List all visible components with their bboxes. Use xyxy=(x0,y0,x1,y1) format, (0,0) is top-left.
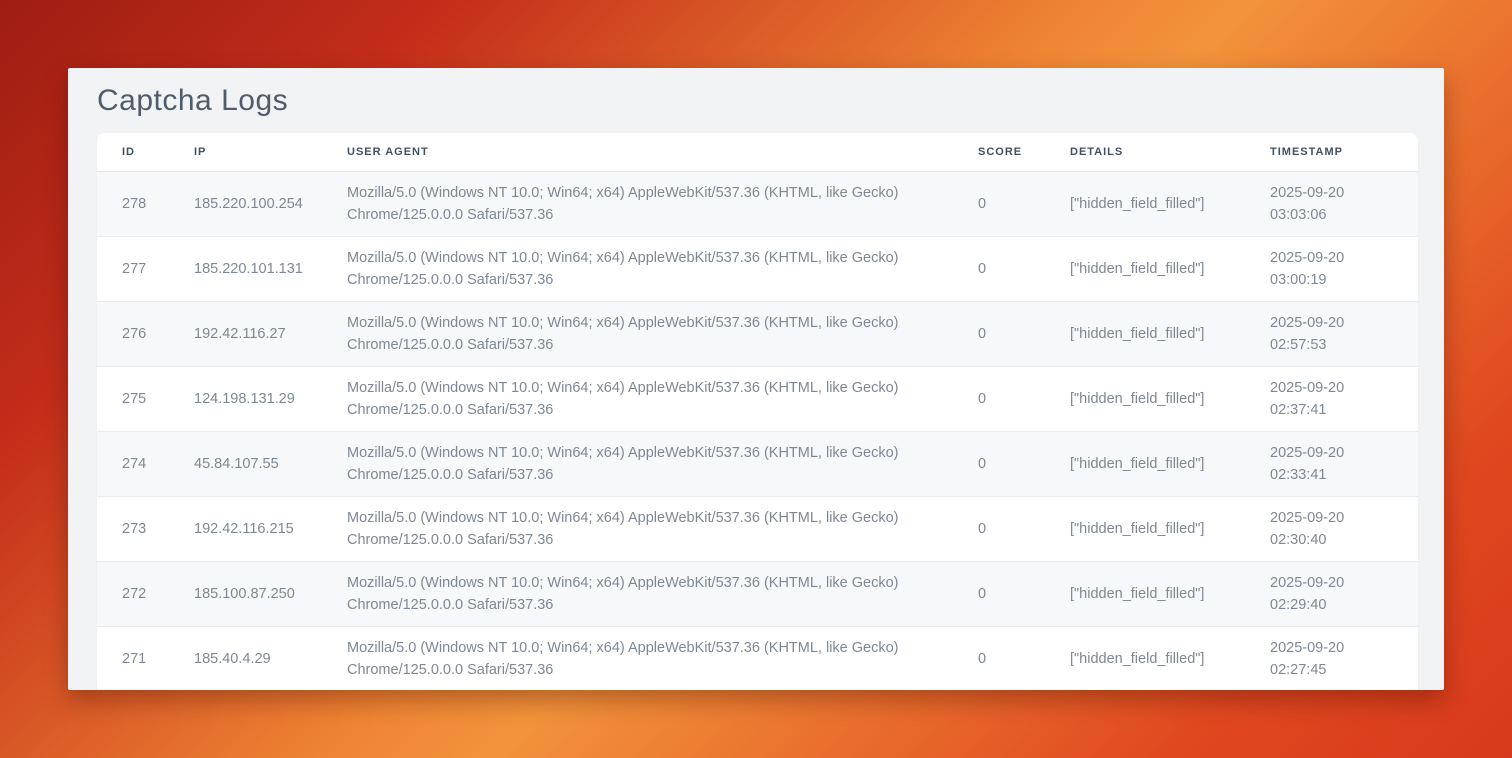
logs-table: ID IP USER AGENT SCORE DETAILS TIMESTAMP… xyxy=(97,133,1418,690)
cell-score: 0 xyxy=(978,301,1070,366)
cell-timestamp: 2025-09-20 02:33:41 xyxy=(1270,431,1418,496)
column-header-details: DETAILS xyxy=(1070,133,1270,171)
cell-timestamp: 2025-09-20 03:00:19 xyxy=(1270,236,1418,301)
cell-score: 0 xyxy=(978,626,1070,690)
cell-id: 277 xyxy=(97,236,194,301)
cell-id: 275 xyxy=(97,366,194,431)
cell-details: ["hidden_field_filled"] xyxy=(1070,301,1270,366)
cell-score: 0 xyxy=(978,561,1070,626)
cell-score: 0 xyxy=(978,236,1070,301)
cell-ip: 124.198.131.29 xyxy=(194,366,347,431)
cell-id: 272 xyxy=(97,561,194,626)
cell-timestamp: 2025-09-20 02:37:41 xyxy=(1270,366,1418,431)
cell-user-agent: Mozilla/5.0 (Windows NT 10.0; Win64; x64… xyxy=(347,236,978,301)
cell-timestamp: 2025-09-20 02:57:53 xyxy=(1270,301,1418,366)
cell-score: 0 xyxy=(978,366,1070,431)
column-header-ip: IP xyxy=(194,133,347,171)
cell-user-agent: Mozilla/5.0 (Windows NT 10.0; Win64; x64… xyxy=(347,366,978,431)
cell-ip: 185.220.100.254 xyxy=(194,171,347,236)
table-row: 278185.220.100.254Mozilla/5.0 (Windows N… xyxy=(97,171,1418,236)
cell-id: 276 xyxy=(97,301,194,366)
captcha-logs-card: Captcha Logs ID IP USER AGENT SCORE DETA… xyxy=(68,68,1444,690)
cell-timestamp: 2025-09-20 03:03:06 xyxy=(1270,171,1418,236)
page-title: Captcha Logs xyxy=(97,68,1418,133)
cell-details: ["hidden_field_filled"] xyxy=(1070,561,1270,626)
logs-table-container: ID IP USER AGENT SCORE DETAILS TIMESTAMP… xyxy=(97,133,1418,690)
table-row: 273192.42.116.215Mozilla/5.0 (Windows NT… xyxy=(97,496,1418,561)
cell-ip: 185.220.101.131 xyxy=(194,236,347,301)
table-row: 277185.220.101.131Mozilla/5.0 (Windows N… xyxy=(97,236,1418,301)
cell-user-agent: Mozilla/5.0 (Windows NT 10.0; Win64; x64… xyxy=(347,301,978,366)
column-header-timestamp: TIMESTAMP xyxy=(1270,133,1418,171)
logs-table-body: 278185.220.100.254Mozilla/5.0 (Windows N… xyxy=(97,171,1418,690)
cell-user-agent: Mozilla/5.0 (Windows NT 10.0; Win64; x64… xyxy=(347,496,978,561)
cell-timestamp: 2025-09-20 02:27:45 xyxy=(1270,626,1418,690)
table-header: ID IP USER AGENT SCORE DETAILS TIMESTAMP xyxy=(97,133,1418,171)
cell-ip: 192.42.116.27 xyxy=(194,301,347,366)
cell-user-agent: Mozilla/5.0 (Windows NT 10.0; Win64; x64… xyxy=(347,171,978,236)
cell-score: 0 xyxy=(978,431,1070,496)
table-row: 27445.84.107.55Mozilla/5.0 (Windows NT 1… xyxy=(97,431,1418,496)
cell-details: ["hidden_field_filled"] xyxy=(1070,626,1270,690)
cell-id: 271 xyxy=(97,626,194,690)
cell-ip: 192.42.116.215 xyxy=(194,496,347,561)
cell-timestamp: 2025-09-20 02:29:40 xyxy=(1270,561,1418,626)
column-header-score: SCORE xyxy=(978,133,1070,171)
column-header-id: ID xyxy=(97,133,194,171)
cell-id: 273 xyxy=(97,496,194,561)
cell-ip: 185.40.4.29 xyxy=(194,626,347,690)
cell-details: ["hidden_field_filled"] xyxy=(1070,496,1270,561)
cell-user-agent: Mozilla/5.0 (Windows NT 10.0; Win64; x64… xyxy=(347,561,978,626)
cell-ip: 185.100.87.250 xyxy=(194,561,347,626)
table-row: 275124.198.131.29Mozilla/5.0 (Windows NT… xyxy=(97,366,1418,431)
cell-score: 0 xyxy=(978,496,1070,561)
cell-score: 0 xyxy=(978,171,1070,236)
cell-details: ["hidden_field_filled"] xyxy=(1070,366,1270,431)
cell-ip: 45.84.107.55 xyxy=(194,431,347,496)
cell-id: 274 xyxy=(97,431,194,496)
cell-id: 278 xyxy=(97,171,194,236)
cell-details: ["hidden_field_filled"] xyxy=(1070,431,1270,496)
cell-details: ["hidden_field_filled"] xyxy=(1070,171,1270,236)
table-row: 271185.40.4.29Mozilla/5.0 (Windows NT 10… xyxy=(97,626,1418,690)
column-header-user-agent: USER AGENT xyxy=(347,133,978,171)
cell-user-agent: Mozilla/5.0 (Windows NT 10.0; Win64; x64… xyxy=(347,431,978,496)
table-row: 272185.100.87.250Mozilla/5.0 (Windows NT… xyxy=(97,561,1418,626)
cell-details: ["hidden_field_filled"] xyxy=(1070,236,1270,301)
table-row: 276192.42.116.27Mozilla/5.0 (Windows NT … xyxy=(97,301,1418,366)
cell-user-agent: Mozilla/5.0 (Windows NT 10.0; Win64; x64… xyxy=(347,626,978,690)
cell-timestamp: 2025-09-20 02:30:40 xyxy=(1270,496,1418,561)
